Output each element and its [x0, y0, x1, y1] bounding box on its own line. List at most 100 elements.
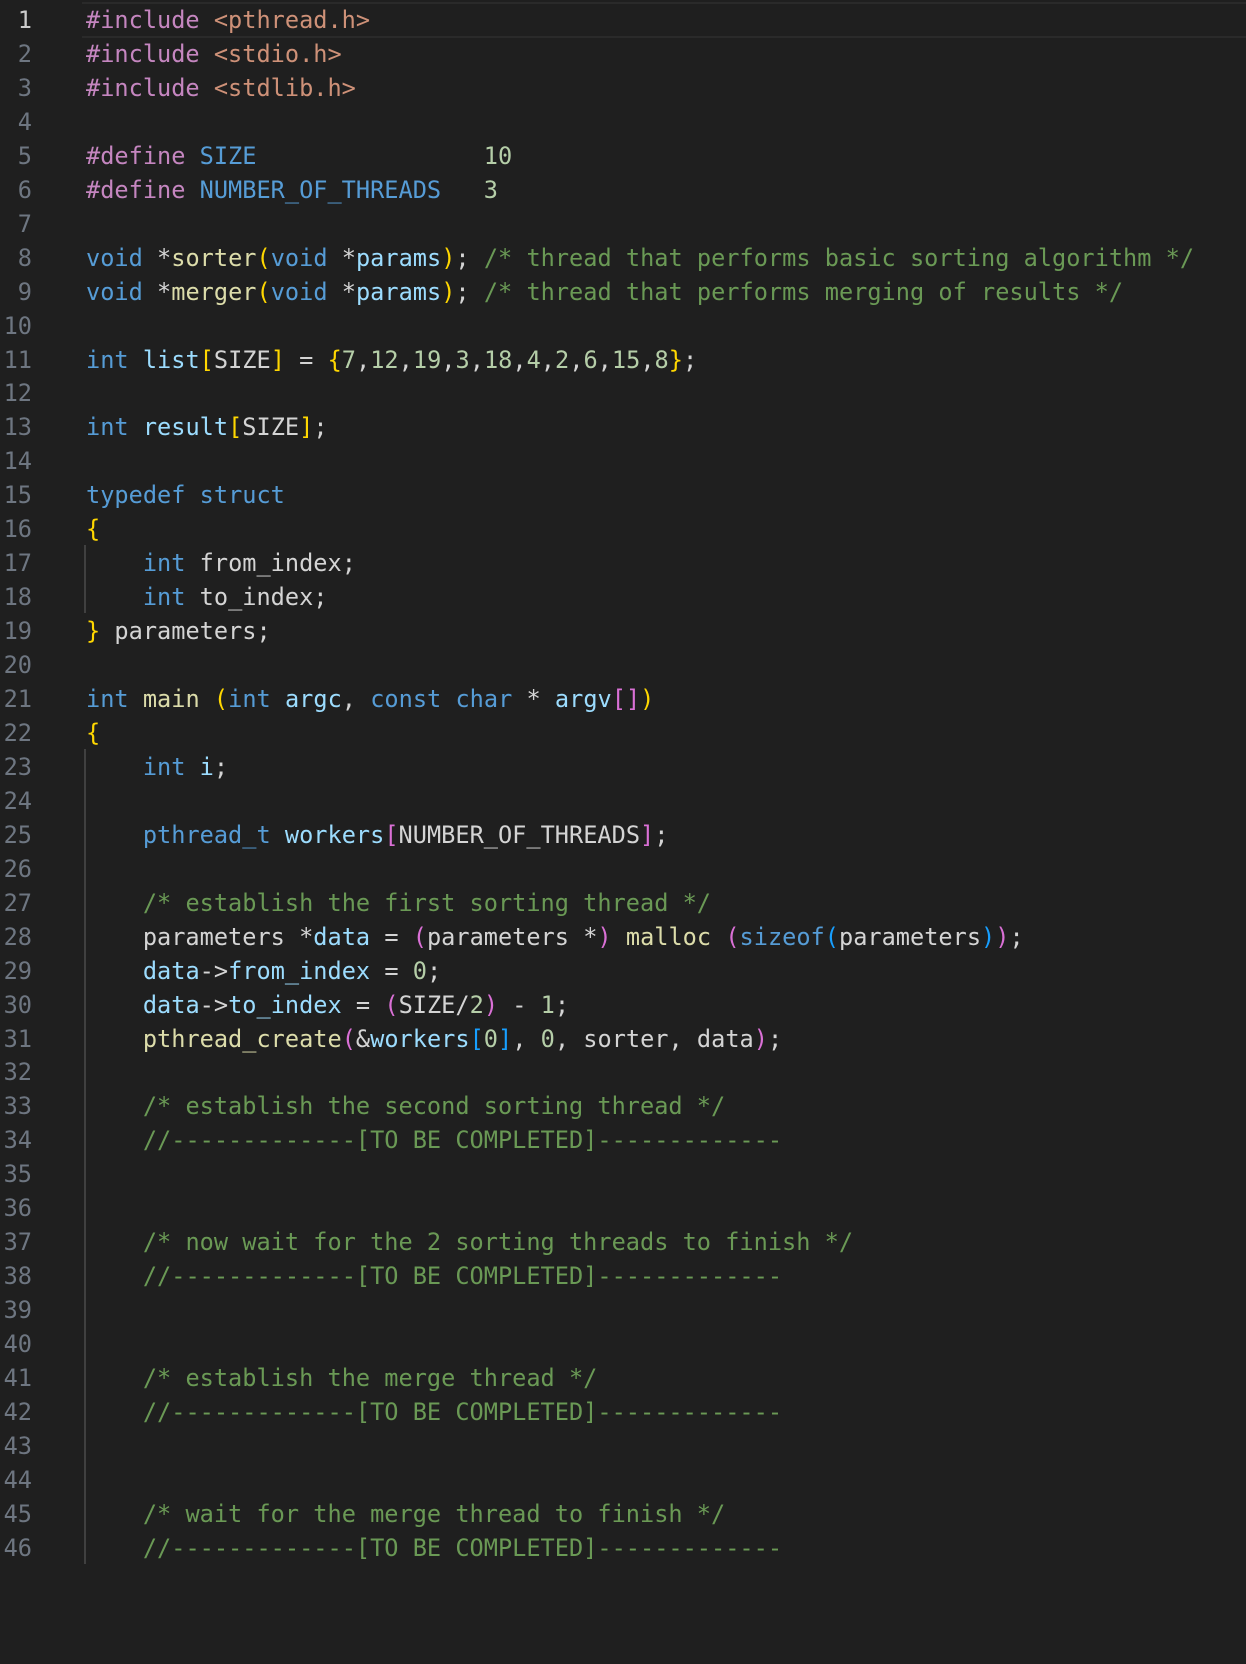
code-line[interactable]: 15 typedef struct	[0, 477, 1246, 513]
code-line[interactable]: 40	[0, 1326, 1246, 1362]
code-line[interactable]: 20	[0, 647, 1246, 683]
code-editor[interactable]: 1 #include <pthread.h> 2 #include <stdio.h>…	[0, 0, 1246, 1664]
code-content[interactable]: {	[86, 511, 100, 547]
code-line[interactable]: 6 #define NUMBER_OF_THREADS 3	[0, 172, 1246, 208]
code-line[interactable]: 21 int main (int argc, const char * argv[…	[0, 681, 1246, 717]
code-content[interactable]: #include <stdio.h>	[86, 36, 342, 72]
bracket: )	[995, 922, 1010, 951]
code-content[interactable]: int list[SIZE] = {7,12,19,3,18,4,2,6,15,…	[86, 342, 697, 378]
code-content[interactable]: #include <pthread.h>	[86, 2, 370, 38]
code-line[interactable]: 41 /* establish the merge thread */	[0, 1360, 1246, 1396]
code-content[interactable]: {	[86, 715, 100, 751]
code-line[interactable]: 1 #include <pthread.h>	[0, 2, 1246, 38]
code-line[interactable]: 30 data->to_index = (SIZE/2) - 1;	[0, 987, 1246, 1023]
code-line[interactable]: 10	[0, 308, 1246, 344]
code-content[interactable]: /* now wait for the 2 sorting threads to…	[86, 1224, 853, 1260]
code-line[interactable]: 16 {	[0, 511, 1246, 547]
code-line[interactable]: 23 int i;	[0, 749, 1246, 785]
code-content[interactable]: int result[SIZE];	[86, 409, 328, 445]
code-line[interactable]: 26	[0, 851, 1246, 887]
code-line[interactable]: 46 //-------------[TO BE COMPLETED]-----…	[0, 1530, 1246, 1566]
code-content[interactable]: #define SIZE 10	[86, 138, 512, 174]
code-content[interactable]: void *sorter(void *params); /* thread th…	[86, 240, 1194, 276]
code-content[interactable]: #include <stdlib.h>	[86, 70, 356, 106]
code-content[interactable]: pthread_create(&workers[0], 0, sorter, d…	[86, 1021, 782, 1057]
code-content[interactable]: /* wait for the merge thread to finish *…	[86, 1496, 725, 1532]
code-line[interactable]: 19} parameters;	[0, 613, 1246, 649]
code-line[interactable]: 43	[0, 1428, 1246, 1464]
code-line[interactable]: 8 void *sorter(void *params); /* thread t…	[0, 240, 1246, 276]
code-line[interactable]: 9 void *merger(void *params); /* thread t…	[0, 274, 1246, 310]
code-content[interactable]: data->to_index = (SIZE/2) - 1;	[86, 987, 569, 1023]
code-line[interactable]: 35	[0, 1156, 1246, 1192]
code-line[interactable]: 44	[0, 1462, 1246, 1498]
code-line[interactable]: 31 pthread_create(&workers[0], 0, sorter…	[0, 1021, 1246, 1057]
code-content[interactable]: #define NUMBER_OF_THREADS 3	[86, 172, 498, 208]
code-content[interactable]: int from_index;	[86, 545, 356, 581]
code-line[interactable]: 2 #include <stdio.h>	[0, 36, 1246, 72]
variable: workers	[370, 1024, 470, 1053]
code-line[interactable]: 12	[0, 375, 1246, 411]
code-text: =	[370, 922, 413, 951]
string: <stdlib.h>	[213, 73, 356, 102]
code-line[interactable]: 4	[0, 104, 1246, 140]
code-content[interactable]: //-------------[TO BE COMPLETED]--------…	[86, 1258, 782, 1294]
code-line[interactable]: 13 int result[SIZE];	[0, 409, 1246, 445]
code-line[interactable]: 3 #include <stdlib.h>	[0, 70, 1246, 106]
code-line[interactable]: 39	[0, 1292, 1246, 1328]
comment: /* establish the first sorting thread */	[142, 888, 712, 917]
code-content[interactable]: parameters *data = (parameters *) malloc…	[86, 919, 1024, 955]
code-line[interactable]: 29 data->from_index = 0;	[0, 953, 1246, 989]
code-content[interactable]: pthread_t workers[NUMBER_OF_THREADS];	[86, 817, 669, 853]
code-content[interactable]: int to_index;	[86, 579, 328, 615]
code-line[interactable]: 32	[0, 1054, 1246, 1090]
code-line[interactable]: 17 int from_index;	[0, 545, 1246, 581]
keyword: int	[142, 549, 186, 578]
function-name: sorter	[171, 243, 257, 272]
code-content[interactable]: } parameters;	[86, 613, 271, 649]
code-line[interactable]: 45 /* wait for the merge thread to finis…	[0, 1496, 1246, 1532]
code-content[interactable]: int i;	[86, 749, 228, 785]
code-line[interactable]: 7	[0, 206, 1246, 242]
code-line[interactable]: 27 /* establish the first sorting thread…	[0, 885, 1246, 921]
code-line[interactable]: 28 parameters *data = (parameters *) mal…	[0, 919, 1246, 955]
code-line[interactable]: 36	[0, 1190, 1246, 1226]
code-content[interactable]: /* establish the first sorting thread */	[86, 885, 711, 921]
code-content[interactable]: //-------------[TO BE COMPLETED]--------…	[86, 1530, 782, 1566]
code-line[interactable]: 42 //-------------[TO BE COMPLETED]-----…	[0, 1394, 1246, 1430]
code-content[interactable]: /* establish the second sorting thread *…	[86, 1088, 725, 1124]
code-line[interactable]: 11 int list[SIZE] = {7,12,19,3,18,4,2,6,1…	[0, 342, 1246, 378]
code-line[interactable]: 37 /* now wait for the 2 sorting threads…	[0, 1224, 1246, 1260]
bracket: (	[256, 277, 271, 306]
code-line[interactable]: 25 pthread_t workers[NUMBER_OF_THREADS];	[0, 817, 1246, 853]
bracket: {	[86, 515, 101, 544]
macro-name: SIZE	[199, 141, 257, 170]
code-line[interactable]: 14	[0, 443, 1246, 479]
line-number: 27	[3, 888, 32, 917]
code-line[interactable]: 38 //-------------[TO BE COMPLETED]-----…	[0, 1258, 1246, 1294]
function-name: main	[142, 685, 200, 713]
code-line[interactable]: 33 /* establish the second sorting threa…	[0, 1088, 1246, 1124]
code-line[interactable]: 5 #define SIZE 10	[0, 138, 1246, 174]
code-content[interactable]: //-------------[TO BE COMPLETED]--------…	[86, 1122, 782, 1158]
code-content[interactable]: //-------------[TO BE COMPLETED]--------…	[86, 1394, 782, 1430]
comment: //-------------[TO BE COMPLETED]--------…	[142, 1126, 783, 1155]
code-content[interactable]: typedef struct	[86, 477, 285, 513]
code-line[interactable]: 24	[0, 783, 1246, 819]
code-content[interactable]: /* establish the merge thread */	[86, 1360, 598, 1396]
code-line[interactable]: 18 int to_index;	[0, 579, 1246, 615]
code-content[interactable]: void *merger(void *params); /* thread th…	[86, 274, 1123, 310]
bracket: )	[981, 922, 996, 951]
code-content[interactable]: data->from_index = 0;	[86, 953, 441, 989]
code-content[interactable]: int main (int argc, const char * argv[])	[86, 681, 654, 717]
code-text: NUMBER_OF_THREADS	[398, 820, 641, 849]
code-line[interactable]: 22 {	[0, 715, 1246, 751]
code-line[interactable]: 34 //-------------[TO BE COMPLETED]-----…	[0, 1122, 1246, 1158]
